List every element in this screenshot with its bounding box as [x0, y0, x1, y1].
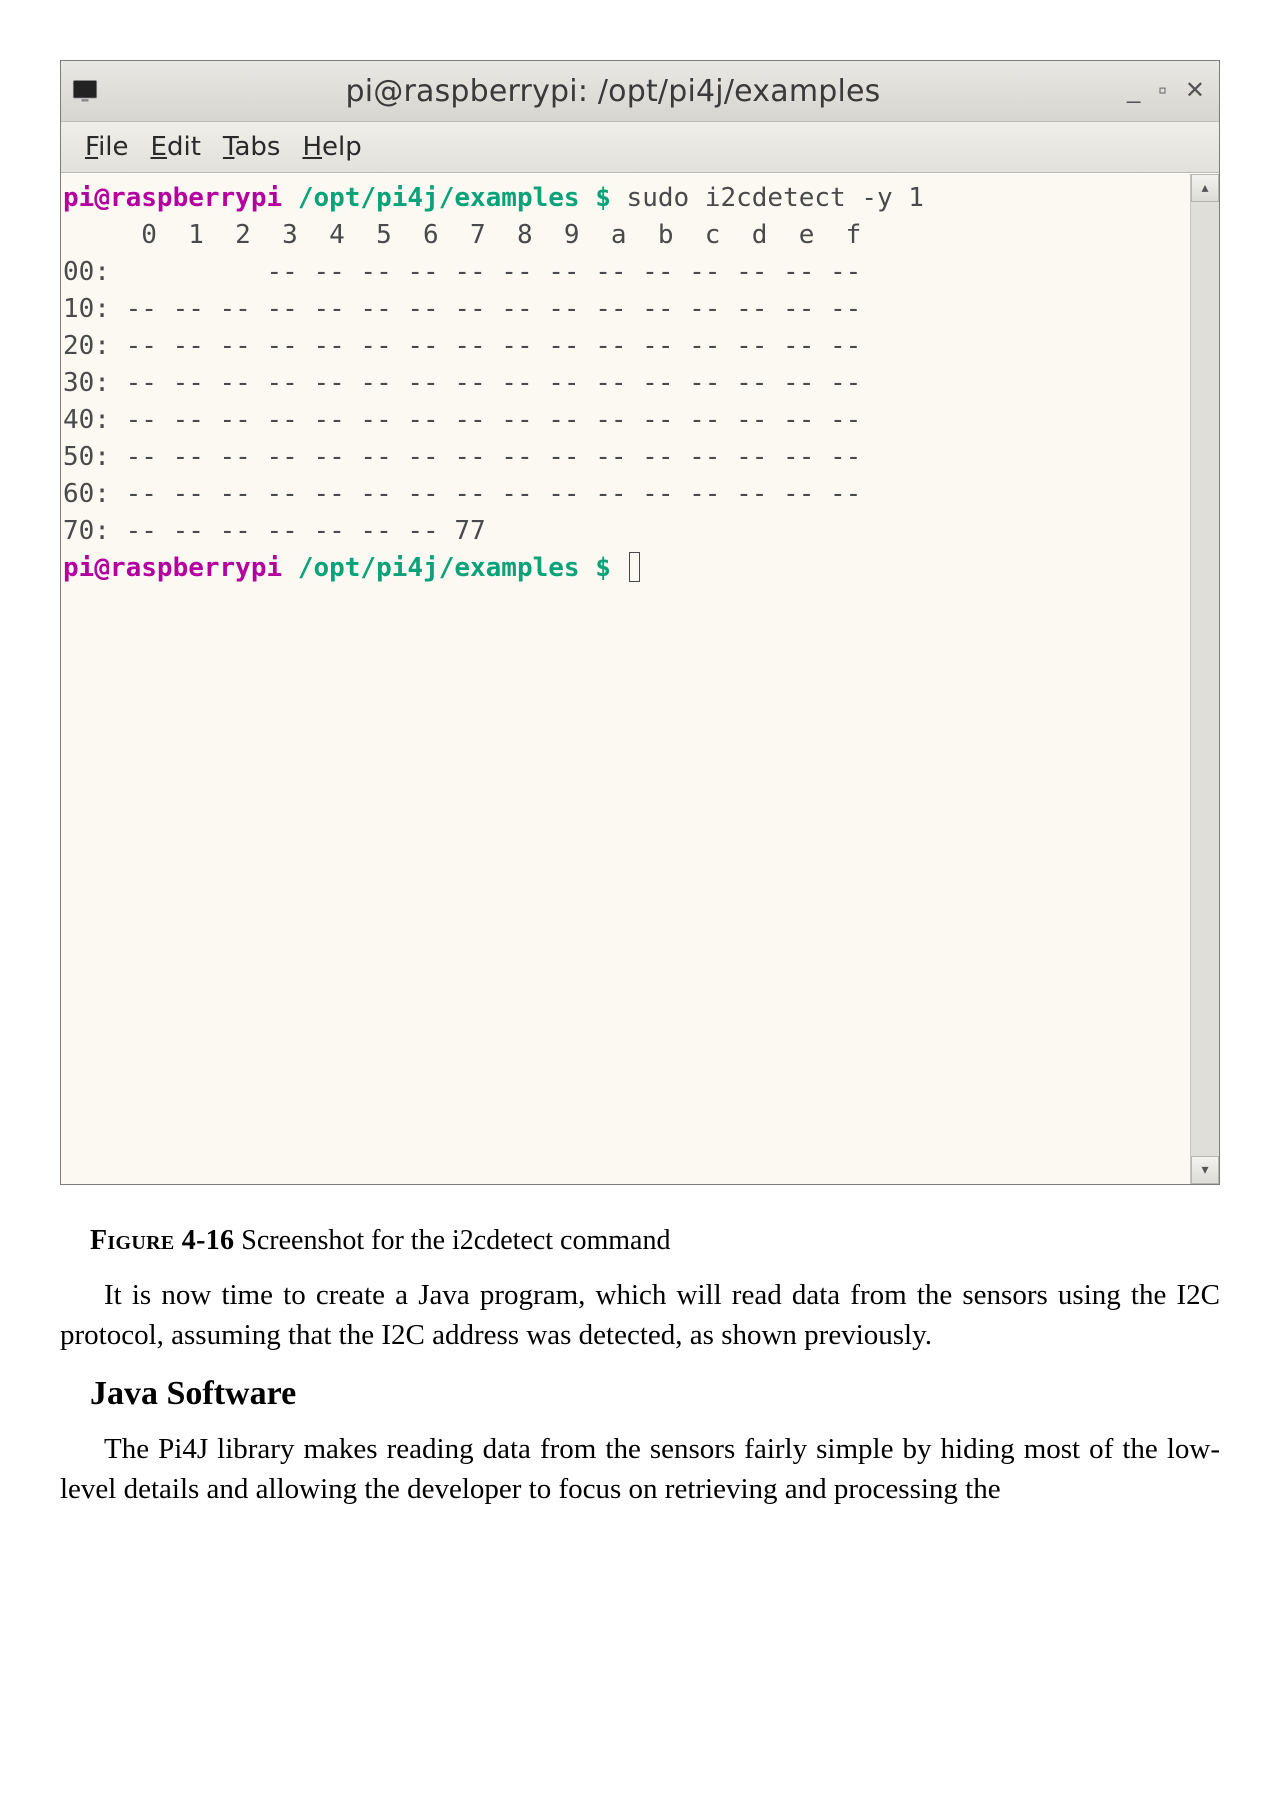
close-button[interactable]: ✕: [1185, 79, 1205, 103]
scrollbar[interactable]: ▴ ▾: [1190, 174, 1219, 1184]
cursor-icon: [629, 552, 640, 582]
scroll-up-button[interactable]: ▴: [1191, 174, 1219, 202]
figure-caption-text: Screenshot for the i2cdetect command: [234, 1225, 670, 1256]
menu-file-rest: ile: [98, 132, 128, 162]
menu-edit-rest: dit: [167, 132, 201, 162]
minimize-button[interactable]: _: [1127, 79, 1140, 103]
menu-tabs[interactable]: Tabs: [223, 132, 281, 162]
paragraph-intro: It is now time to create a Java program,…: [60, 1275, 1220, 1355]
menu-help[interactable]: Help: [302, 132, 361, 162]
terminal-window: pi@raspberrypi: /opt/pi4j/examples _ ▫ ✕…: [60, 60, 1220, 1185]
menu-help-rest: elp: [322, 132, 362, 162]
section-heading: Java Software: [90, 1375, 1220, 1413]
figure-label: Figure 4-16: [90, 1225, 234, 1256]
scroll-track[interactable]: [1191, 202, 1219, 1156]
menu-edit[interactable]: Edit: [151, 132, 201, 162]
paragraph-body: The Pi4J library makes reading data from…: [60, 1429, 1220, 1509]
menu-file[interactable]: File: [85, 132, 129, 162]
menu-bar: File Edit Tabs Help: [61, 122, 1219, 173]
scroll-down-button[interactable]: ▾: [1191, 1156, 1219, 1184]
menu-tabs-rest: abs: [234, 132, 280, 162]
figure-caption: Figure 4-16 Screenshot for the i2cdetect…: [90, 1225, 1220, 1257]
title-bar: pi@raspberrypi: /opt/pi4j/examples _ ▫ ✕: [61, 61, 1219, 122]
terminal-icon: [71, 77, 99, 105]
window-title: pi@raspberrypi: /opt/pi4j/examples: [99, 74, 1127, 109]
maximize-button[interactable]: ▫: [1158, 79, 1167, 103]
terminal-output[interactable]: pi@raspberrypi /opt/pi4j/examples $ sudo…: [61, 174, 1190, 1184]
